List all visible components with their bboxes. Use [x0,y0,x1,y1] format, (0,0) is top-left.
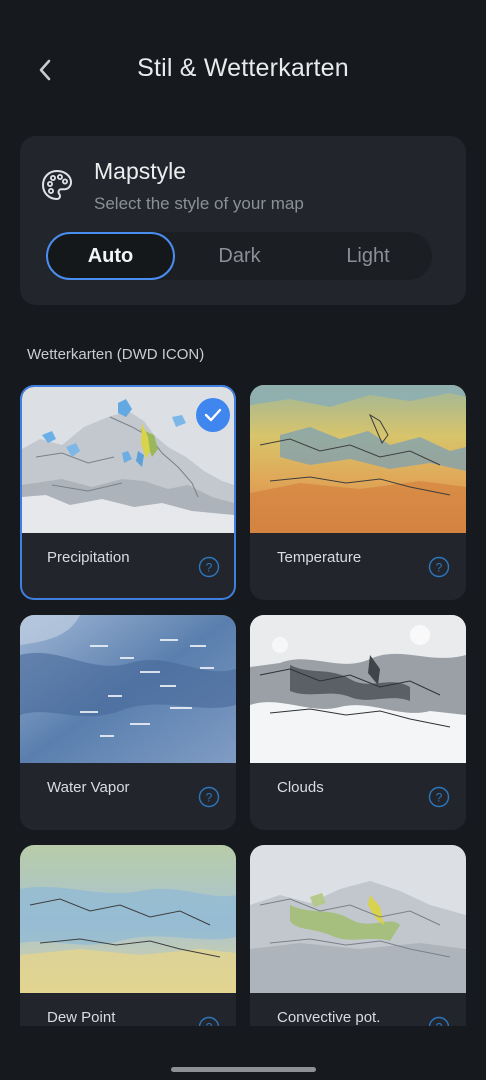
mapstyle-card: Mapstyle Select the style of your map Au… [20,136,466,305]
section-label: Wetterkarten (DWD ICON) [27,346,205,363]
svg-text:?: ? [436,561,443,575]
map-thumbnail [250,615,466,763]
mapstyle-option-light[interactable]: Light [304,232,432,280]
help-icon[interactable]: ? [428,786,450,808]
map-card-convective-pot[interactable]: Convective pot. ? [250,845,466,1026]
help-icon[interactable]: ? [198,556,220,578]
help-icon[interactable]: ? [428,1016,450,1026]
header: Stil & Wetterkarten [0,0,486,136]
weather-map-grid: Precipitation ? Temperature ? Water Vapo… [20,385,466,1026]
map-thumbnail [20,615,236,763]
map-card-label: Temperature [277,549,362,566]
map-thumbnail [250,845,466,993]
map-card-label: Clouds [277,779,324,796]
map-card-temperature[interactable]: Temperature ? [250,385,466,600]
svg-text:?: ? [206,561,213,575]
help-icon[interactable]: ? [198,1016,220,1026]
mapstyle-option-auto[interactable]: Auto [46,232,175,280]
map-card-dew-point[interactable]: Dew Point ? [20,845,236,1026]
home-indicator[interactable] [171,1067,316,1072]
map-card-label: Water Vapor [47,779,130,796]
map-card-label: Precipitation [47,549,130,566]
map-card-label: Dew Point [47,1009,116,1026]
map-card-clouds[interactable]: Clouds ? [250,615,466,830]
svg-text:?: ? [436,1021,443,1027]
svg-text:?: ? [206,1021,213,1027]
mapstyle-subtitle: Select the style of your map [94,194,304,213]
map-thumbnail [250,385,466,533]
map-card-label: Convective pot. [277,1009,381,1026]
palette-icon [41,169,73,201]
svg-text:?: ? [206,791,213,805]
selected-check-icon [196,398,230,432]
mapstyle-segmented-control: Auto Dark Light [46,232,432,280]
help-icon[interactable]: ? [428,556,450,578]
svg-text:?: ? [436,791,443,805]
map-card-water-vapor[interactable]: Water Vapor ? [20,615,236,830]
mapstyle-title: Mapstyle [94,158,187,184]
map-thumbnail [20,845,236,993]
mapstyle-option-dark[interactable]: Dark [175,232,304,280]
map-card-precipitation[interactable]: Precipitation ? [20,385,236,600]
page-title: Stil & Wetterkarten [137,54,349,82]
help-icon[interactable]: ? [198,786,220,808]
